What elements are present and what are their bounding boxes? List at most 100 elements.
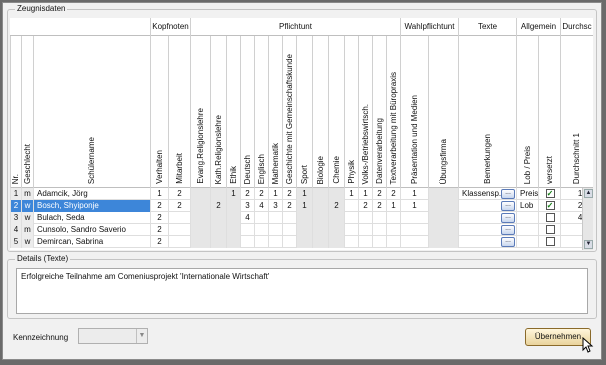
cell-lob_preis[interactable]: Preis [516, 188, 538, 200]
cell-mathematik[interactable] [268, 236, 282, 248]
cell-versetzt[interactable]: ✓ [538, 188, 560, 200]
column-header-datenverarbeitung[interactable]: Datenverarbeitung [372, 36, 386, 188]
cell-deutsch[interactable] [240, 236, 254, 248]
cell-lob_preis[interactable]: Lob [516, 200, 538, 212]
column-header-versetzt[interactable]: versetzt [538, 36, 560, 188]
cell-mitarbeit[interactable]: 2 [168, 188, 190, 200]
cell-textverarbeitung[interactable]: 1 [386, 200, 400, 212]
cell-datenverarbeitung[interactable] [372, 236, 386, 248]
cell-physik[interactable] [344, 224, 358, 236]
cell-biologie[interactable] [312, 212, 328, 224]
column-header-mathematik[interactable]: Mathematik [268, 36, 282, 188]
cell-praesentation[interactable]: 1 [400, 200, 428, 212]
cell-bemerkungen[interactable]: ... [458, 236, 516, 248]
column-header-kath_rel[interactable]: Kath.Religionslehre [210, 36, 226, 188]
ellipsis-button[interactable]: ... [501, 189, 515, 199]
cell-chemie[interactable]: 2 [328, 200, 344, 212]
cell-verhalten[interactable]: 2 [150, 212, 168, 224]
cell-englisch[interactable]: 2 [254, 188, 268, 200]
column-header-vbw[interactable]: Volks-/Betriebswirtsch. [358, 36, 372, 188]
ellipsis-button[interactable]: ... [501, 201, 515, 211]
cell-sport[interactable] [296, 224, 312, 236]
cell-verhalten[interactable]: 2 [150, 200, 168, 212]
cell-textverarbeitung[interactable] [386, 236, 400, 248]
cell-versetzt[interactable] [538, 212, 560, 224]
cell-datenverarbeitung[interactable]: 2 [372, 200, 386, 212]
cell-textverarbeitung[interactable]: 2 [386, 188, 400, 200]
cell-chemie[interactable] [328, 224, 344, 236]
cell-ev_rel[interactable] [190, 224, 210, 236]
versetzt-checkbox[interactable]: ✓ [545, 201, 555, 210]
column-header-physik[interactable]: Physik [344, 36, 358, 188]
cell-englisch[interactable] [254, 212, 268, 224]
cell-bemerkungen[interactable]: ... [458, 212, 516, 224]
cell-name[interactable]: Adamcik, Jörg [33, 188, 150, 200]
cell-physik[interactable]: 1 [344, 188, 358, 200]
cell-textverarbeitung[interactable] [386, 212, 400, 224]
cell-verhalten[interactable]: 2 [150, 236, 168, 248]
column-header-name[interactable]: Schülername [33, 36, 150, 188]
cell-sport[interactable] [296, 236, 312, 248]
versetzt-checkbox[interactable] [545, 213, 555, 222]
cell-versetzt[interactable] [538, 236, 560, 248]
cell-sport[interactable]: 1 [296, 200, 312, 212]
cell-vbw[interactable] [358, 224, 372, 236]
cell-gmg[interactable] [282, 224, 296, 236]
cell-mitarbeit[interactable] [168, 224, 190, 236]
column-header-mitarbeit[interactable]: Mitarbeit [168, 36, 190, 188]
cell-physik[interactable] [344, 236, 358, 248]
cell-bemerkungen[interactable]: ... [458, 200, 516, 212]
cell-deutsch[interactable]: 2 [240, 188, 254, 200]
cell-praesentation[interactable]: 1 [400, 188, 428, 200]
cell-sport[interactable] [296, 212, 312, 224]
cell-mitarbeit[interactable] [168, 212, 190, 224]
scroll-down-icon[interactable]: ▼ [584, 240, 593, 249]
ellipsis-button[interactable]: ... [501, 237, 515, 247]
table-row[interactable]: 3wBulach, Seda24...4,0 [10, 212, 593, 224]
column-header-biologie[interactable]: Biologie [312, 36, 328, 188]
column-header-verhalten[interactable]: Verhalten [150, 36, 168, 188]
cell-mathematik[interactable]: 3 [268, 200, 282, 212]
kennzeichnung-select[interactable]: ▼ [78, 328, 148, 344]
cell-physik[interactable] [344, 212, 358, 224]
cell-lob_preis[interactable] [516, 212, 538, 224]
cell-kath_rel[interactable] [210, 212, 226, 224]
cell-praesentation[interactable] [400, 224, 428, 236]
cell-gmg[interactable]: 2 [282, 200, 296, 212]
cell-mitarbeit[interactable]: 2 [168, 200, 190, 212]
cell-bemerkungen[interactable]: ... [458, 224, 516, 236]
cell-vbw[interactable] [358, 236, 372, 248]
cell-datenverarbeitung[interactable] [372, 224, 386, 236]
column-header-gender[interactable]: Geschlecht [21, 36, 33, 188]
column-header-sport[interactable]: Sport [296, 36, 312, 188]
column-header-praesentation[interactable]: Präsentation und Medien [400, 36, 428, 188]
cell-name[interactable]: Bosch, Shyiponje [33, 200, 150, 212]
table-row[interactable]: 1 m Adamcik, Jörg 1 2 1 2 2 1 2 1 1 1 2 2 1 Klassensp...… [10, 188, 593, 200]
cell-biologie[interactable] [312, 236, 328, 248]
cell-datenverarbeitung[interactable]: 2 [372, 188, 386, 200]
cell-deutsch[interactable]: 3 [240, 200, 254, 212]
cell-name[interactable]: Demircan, Sabrina [33, 236, 150, 248]
cell-lob_preis[interactable] [516, 236, 538, 248]
cell-englisch[interactable] [254, 236, 268, 248]
cell-chemie[interactable] [328, 188, 344, 200]
cell-ev_rel[interactable] [190, 188, 210, 200]
cell-mathematik[interactable] [268, 224, 282, 236]
scroll-up-icon[interactable]: ▲ [584, 189, 593, 198]
versetzt-checkbox[interactable] [545, 237, 555, 246]
cell-name[interactable]: Cunsolo, Sandro Saverio [33, 224, 150, 236]
cell-chemie[interactable] [328, 212, 344, 224]
cell-vbw[interactable]: 1 [358, 188, 372, 200]
cell-deutsch[interactable] [240, 224, 254, 236]
cell-mitarbeit[interactable] [168, 236, 190, 248]
column-header-ethik[interactable]: Ethik [226, 36, 240, 188]
cell-uebungsfirma[interactable] [428, 188, 458, 200]
column-header-textverarbeitung[interactable]: Textverarbeitung mit Büropraxis [386, 36, 400, 188]
cell-praesentation[interactable] [400, 212, 428, 224]
cell-englisch[interactable] [254, 224, 268, 236]
column-header-bemerkungen[interactable]: Bemerkungen [458, 36, 516, 188]
column-header-deutsch[interactable]: Deutsch [240, 36, 254, 188]
column-header-chemie[interactable]: Chemie [328, 36, 344, 188]
column-header-englisch[interactable]: Englisch [254, 36, 268, 188]
details-textarea[interactable]: Erfolgreiche Teilnahme am Comeniusprojek… [16, 268, 588, 314]
